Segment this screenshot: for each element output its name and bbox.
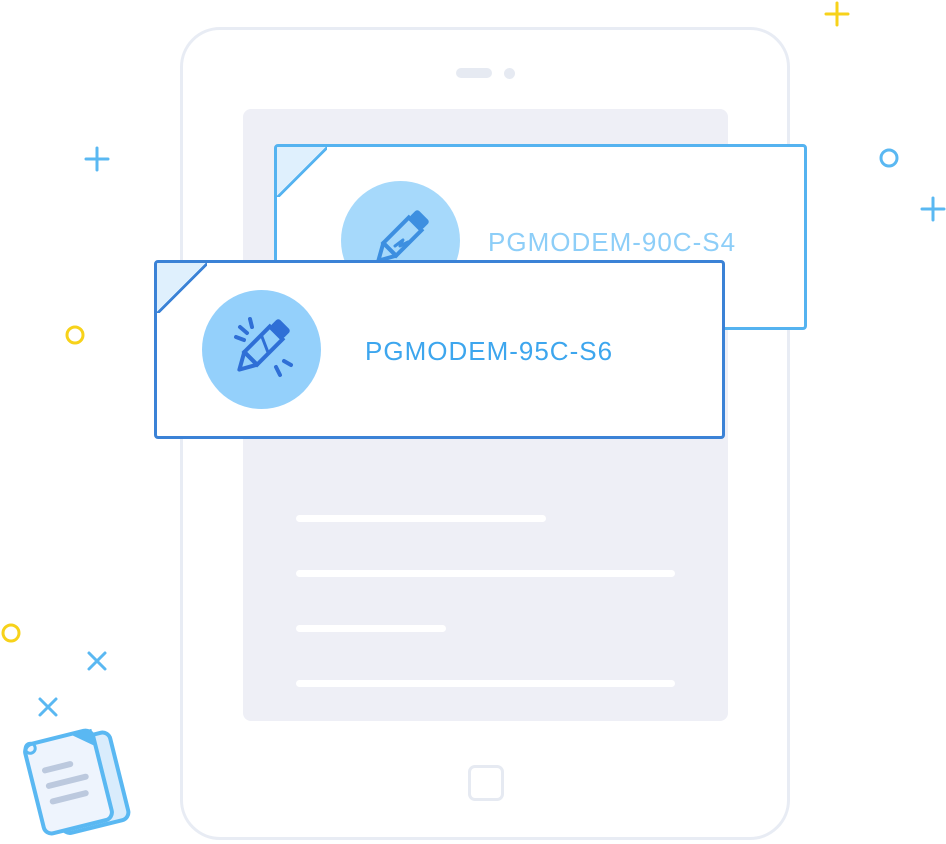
card-avatar [202,290,321,409]
tablet-home-button[interactable] [468,765,504,801]
placeholder-line [296,570,675,577]
card-label: PGMODEM-95C-S6 [365,336,614,366]
card-corner-fold [277,147,327,197]
circle-icon [878,147,900,169]
device-card-pgmodem-95c-s6[interactable]: PGMODEM-95C-S6 [154,260,725,439]
circle-icon [64,324,86,346]
plus-icon [824,1,850,27]
card-label: PGMODEM-90C-S4 [488,227,737,257]
placeholder-line [296,515,546,522]
cross-icon [86,650,108,672]
placeholder-line [296,625,446,632]
broken-pencil-icon [222,307,302,392]
plus-icon [920,196,946,222]
card-corner-fold [157,263,207,313]
cross-icon [37,696,59,718]
circle-icon [0,622,22,644]
placeholder-line [296,680,675,687]
notes-icon [12,722,142,844]
plus-icon [84,146,110,172]
tablet-speaker [456,68,492,78]
tablet-camera [504,68,515,79]
